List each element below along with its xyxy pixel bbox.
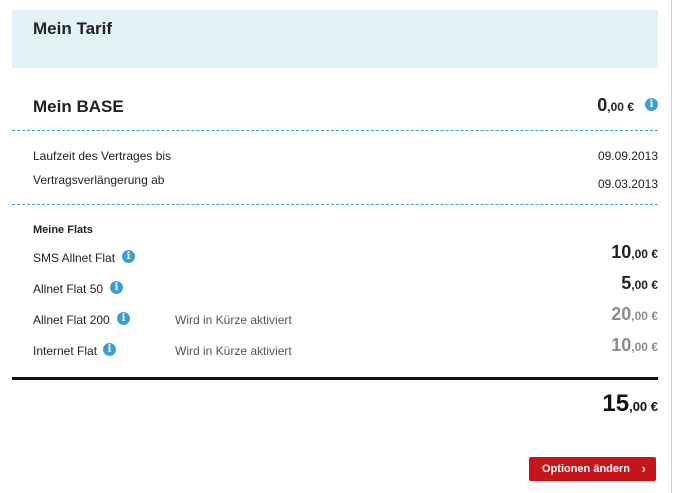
flat-label: Allnet Flat 200 xyxy=(33,313,110,327)
flat-price: 20,00 € xyxy=(611,304,658,325)
flat-price-main: 5 xyxy=(621,273,632,293)
allnet-flat-200-info-icon[interactable]: i xyxy=(117,312,130,325)
contract-renewal-value: 09.03.2013 xyxy=(597,177,658,191)
flat-price-fraction: ,00 € xyxy=(631,278,658,292)
plan-price-fraction: ,00 € xyxy=(607,100,634,114)
plan-price: 0,00 € xyxy=(597,95,634,116)
sms-flat-info-icon[interactable]: i xyxy=(122,250,135,263)
contract-term-label: Laufzeit des Vertrages bis xyxy=(33,149,172,163)
divider xyxy=(12,204,658,205)
change-options-button-label: Optionen ändern xyxy=(542,463,630,475)
plan-name: Mein BASE xyxy=(33,97,124,116)
flat-label: Allnet Flat 50 xyxy=(33,282,104,296)
flat-price: 5,00 € xyxy=(621,273,658,294)
flat-label: Internet Flat xyxy=(33,344,98,358)
flat-label: SMS Allnet Flat xyxy=(33,251,116,265)
flat-price-fraction: ,00 € xyxy=(631,247,658,261)
flat-price-fraction: ,00 € xyxy=(631,309,658,323)
tariff-header: Mein Tarif xyxy=(12,10,658,68)
flat-price-main: 10 xyxy=(611,335,632,355)
change-options-button[interactable]: Optionen ändern › xyxy=(529,457,656,481)
flat-price-main: 20 xyxy=(611,304,632,324)
contract-term-value: 09.09.2013 xyxy=(597,149,658,163)
flat-price: 10,00 € xyxy=(611,335,658,356)
total-price: 15,00 € xyxy=(602,390,658,418)
total-price-main: 15 xyxy=(602,390,630,417)
page-title: Mein Tarif xyxy=(33,19,113,38)
contract-renewal-label: Vertragsverlängerung ab xyxy=(33,173,165,187)
flat-price: 10,00 € xyxy=(611,242,658,263)
flat-status: Wird in Kürze aktiviert xyxy=(175,313,292,327)
total-price-fraction: ,00 € xyxy=(629,399,658,414)
internet-flat-info-icon[interactable]: i xyxy=(103,343,116,356)
plan-price-main: 0 xyxy=(597,95,608,115)
flats-heading: Meine Flats xyxy=(33,224,93,236)
flat-price-fraction: ,00 € xyxy=(631,340,658,354)
flat-status: Wird in Kürze aktiviert xyxy=(175,344,292,358)
divider xyxy=(12,130,658,131)
chevron-right-icon: › xyxy=(641,461,646,476)
right-border xyxy=(671,0,672,493)
total-divider xyxy=(12,377,658,380)
allnet-flat-50-info-icon[interactable]: i xyxy=(110,281,123,294)
plan-info-icon[interactable]: i xyxy=(645,98,658,111)
flat-price-main: 10 xyxy=(611,242,632,262)
